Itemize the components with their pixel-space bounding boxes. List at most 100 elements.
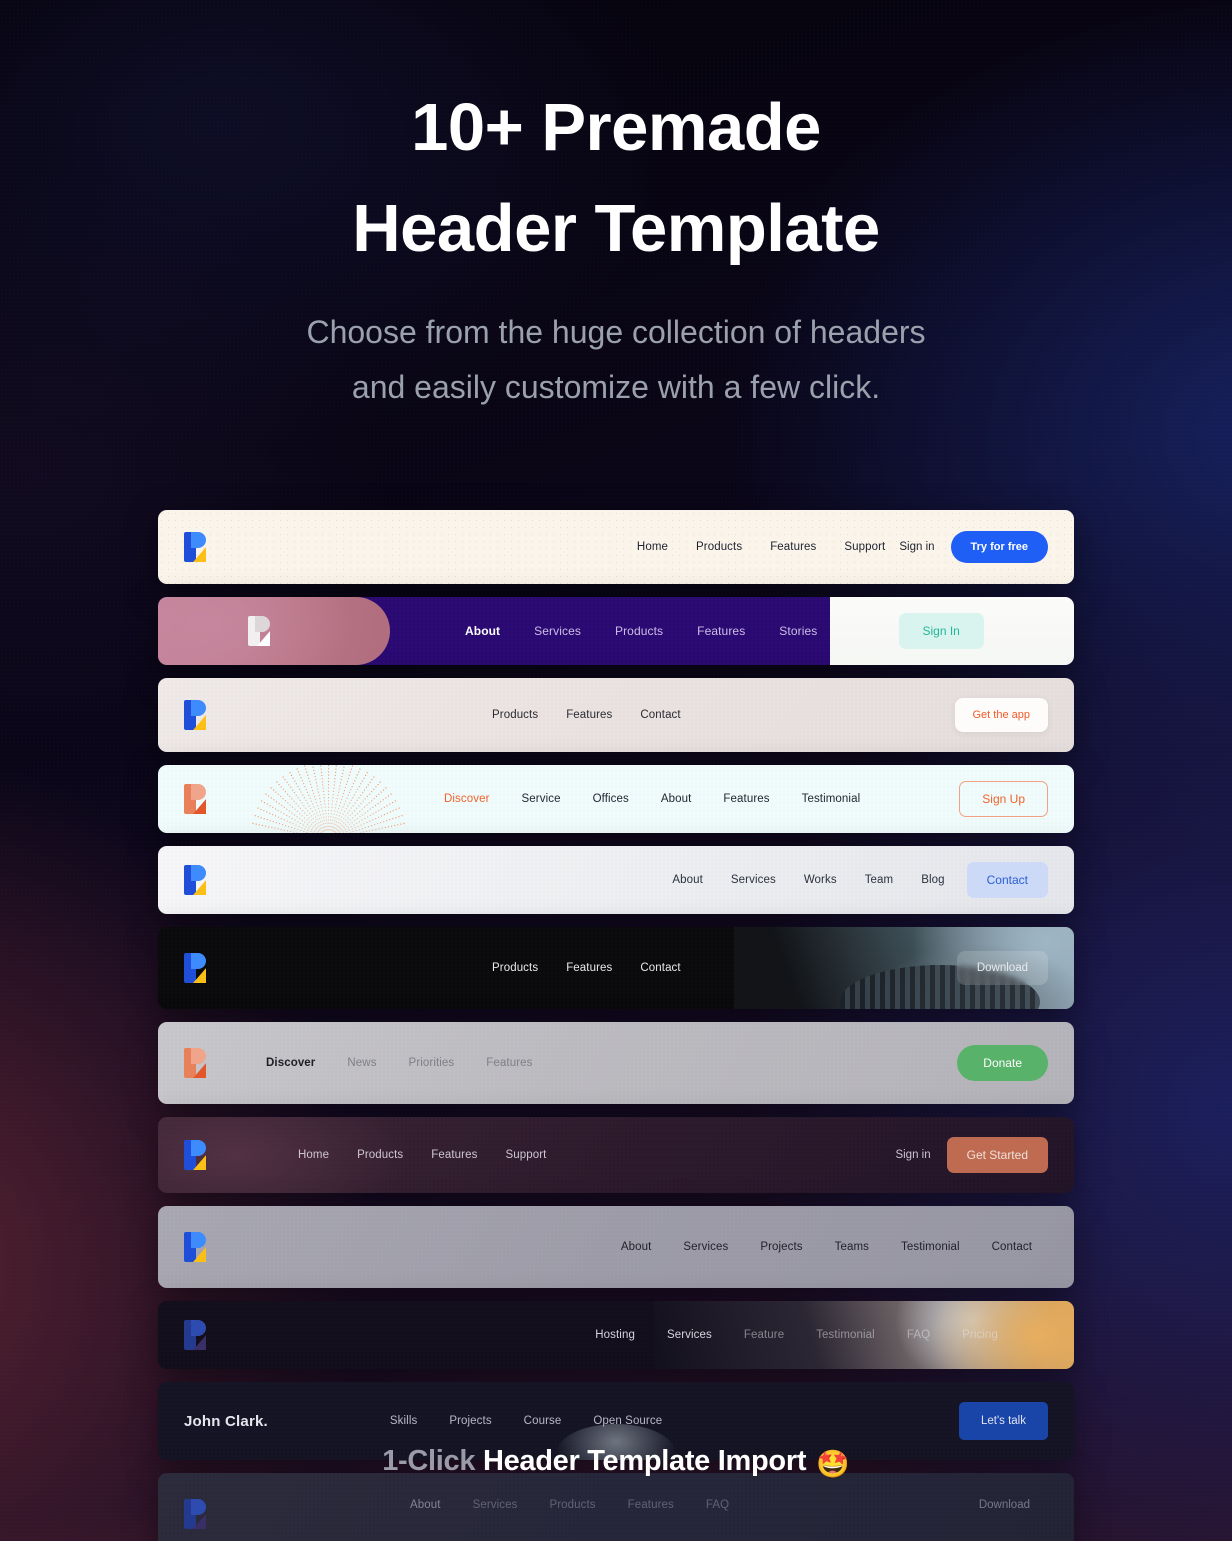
nav-item-services[interactable]: Services — [517, 624, 598, 638]
nav-item-features[interactable]: Features — [680, 624, 762, 638]
header-template-card-9[interactable]: About Services Projects Teams Testimonia… — [158, 1206, 1074, 1289]
nav-item-stories[interactable]: Stories — [762, 624, 834, 638]
header-actions: Get the app — [954, 698, 1048, 733]
donate-button[interactable]: Donate — [957, 1045, 1048, 1082]
brand-logo-icon — [248, 616, 270, 647]
nav-menu: Home Products Features Support — [284, 1149, 560, 1161]
nav-item-home[interactable]: Home — [623, 541, 682, 553]
nav-item-testimonial[interactable]: Testimonial — [800, 1329, 891, 1341]
nav-menu: About Services Products Features FAQ — [394, 1499, 745, 1511]
nav-item-skills[interactable]: Skills — [374, 1415, 433, 1427]
nav-item-products[interactable]: Products — [682, 541, 756, 553]
header-template-card-6[interactable]: Products Features Contact Download — [158, 927, 1074, 1010]
header-actions: Sign In — [834, 613, 1048, 650]
nav-item-blog[interactable]: Blog — [907, 874, 958, 886]
brand-name-label: John Clark. — [184, 1412, 268, 1430]
header-template-card-5[interactable]: About Services Works Team Blog Contact — [158, 846, 1074, 915]
header-template-card-8[interactable]: Home Products Features Support Sign in G… — [158, 1117, 1074, 1194]
header-template-card-4[interactable]: Discover Service Offices About Features … — [158, 765, 1074, 834]
get-started-button[interactable]: Get Started — [946, 1137, 1048, 1174]
header-template-card-12[interactable]: About Services Products Features FAQ Dow… — [158, 1473, 1074, 1541]
nav-item-about[interactable]: About — [394, 1499, 457, 1511]
brand-logo-icon — [184, 532, 206, 563]
sign-in-link[interactable]: Sign in — [895, 1149, 930, 1161]
nav-item-open-source[interactable]: Open Source — [577, 1415, 678, 1427]
nav-item-about[interactable]: About — [605, 1241, 668, 1253]
nav-item-products[interactable]: Products — [478, 709, 552, 721]
nav-item-projects[interactable]: Projects — [744, 1241, 818, 1253]
brand-logo-icon — [184, 1140, 206, 1171]
nav-item-faq[interactable]: FAQ — [690, 1499, 745, 1511]
nav-item-team[interactable]: Team — [851, 874, 908, 886]
nav-item-hosting[interactable]: Hosting — [579, 1329, 651, 1341]
nav-item-features[interactable]: Features — [470, 1057, 548, 1069]
get-the-app-button[interactable]: Get the app — [954, 698, 1048, 733]
nav-menu: Hosting Services Feature Testimonial FAQ… — [579, 1329, 1014, 1341]
nav-item-about[interactable]: About — [448, 624, 517, 638]
nav-item-contact[interactable]: Contact — [976, 1241, 1048, 1253]
nav-item-features[interactable]: Features — [552, 709, 626, 721]
contact-button[interactable]: Contact — [966, 862, 1048, 899]
download-button[interactable]: Download — [956, 951, 1048, 986]
try-for-free-button[interactable]: Try for free — [950, 531, 1048, 564]
nav-menu: Products Features Contact — [478, 709, 695, 721]
nav-item-priorities[interactable]: Priorities — [393, 1057, 471, 1069]
nav-item-works[interactable]: Works — [790, 874, 851, 886]
nav-item-services[interactable]: Services — [651, 1329, 728, 1341]
nav-item-features[interactable]: Features — [552, 962, 626, 974]
nav-item-offices[interactable]: Offices — [577, 793, 645, 805]
header-actions: Let's talk — [958, 1402, 1048, 1441]
header-actions: Download — [956, 951, 1048, 986]
nav-item-features[interactable]: Features — [417, 1149, 491, 1161]
nav-menu: Discover Service Offices About Features … — [428, 793, 876, 805]
header-actions: Sign in Get Started — [895, 1137, 1048, 1174]
header-template-card-1[interactable]: Home Products Features Support Sign in T… — [158, 510, 1074, 585]
header-template-card-3[interactable]: Products Features Contact Get the app — [158, 678, 1074, 753]
nav-item-teams[interactable]: Teams — [819, 1241, 885, 1253]
lets-talk-button[interactable]: Let's talk — [958, 1402, 1048, 1441]
nav-item-discover[interactable]: Discover — [428, 793, 506, 805]
nav-item-home[interactable]: Home — [284, 1149, 343, 1161]
nav-item-service[interactable]: Service — [506, 793, 577, 805]
nav-item-about[interactable]: About — [658, 874, 717, 886]
header-template-card-7[interactable]: Discover News Priorities Features Donate — [158, 1022, 1074, 1105]
header-template-list: Home Products Features Support Sign in T… — [158, 510, 1074, 1541]
header-actions: Sign Up — [959, 781, 1048, 818]
sign-in-button[interactable]: Sign In — [898, 613, 984, 650]
nav-item-course[interactable]: Course — [508, 1415, 578, 1427]
nav-item-news[interactable]: News — [331, 1057, 392, 1069]
nav-item-faq[interactable]: FAQ — [891, 1329, 946, 1341]
brand-logo-icon — [184, 1320, 206, 1351]
hero-section: 10+ Premade Header Template Choose from … — [0, 0, 1232, 415]
sign-up-button[interactable]: Sign Up — [959, 781, 1048, 818]
download-link[interactable]: Download — [979, 1499, 1030, 1511]
nav-item-pricing[interactable]: Pricing — [946, 1329, 1014, 1341]
header-template-card-11[interactable]: John Clark. Skills Projects Course Open … — [158, 1382, 1074, 1461]
nav-item-products[interactable]: Products — [478, 962, 552, 974]
nav-item-contact[interactable]: Contact — [626, 962, 694, 974]
nav-item-projects[interactable]: Projects — [433, 1415, 507, 1427]
header-template-card-10[interactable]: Hosting Services Feature Testimonial FAQ… — [158, 1301, 1074, 1370]
nav-item-services[interactable]: Services — [667, 1241, 744, 1253]
nav-item-features[interactable]: Features — [756, 541, 830, 553]
brand-logo-icon — [184, 1232, 206, 1263]
brand-logo-icon — [184, 700, 206, 731]
nav-item-discover[interactable]: Discover — [250, 1057, 331, 1069]
nav-item-contact[interactable]: Contact — [626, 709, 694, 721]
nav-item-products[interactable]: Products — [343, 1149, 417, 1161]
nav-item-feature[interactable]: Feature — [728, 1329, 800, 1341]
header-template-card-2[interactable]: About Services Products Features Stories… — [158, 597, 1074, 666]
nav-item-products[interactable]: Products — [533, 1499, 611, 1511]
nav-item-testimonial[interactable]: Testimonial — [885, 1241, 976, 1253]
nav-item-about[interactable]: About — [645, 793, 708, 805]
nav-item-products[interactable]: Products — [598, 624, 680, 638]
nav-menu: Home Products Features Support — [623, 541, 899, 553]
nav-item-features[interactable]: Features — [707, 793, 785, 805]
nav-item-support[interactable]: Support — [830, 541, 899, 553]
nav-item-services[interactable]: Services — [717, 874, 790, 886]
nav-item-testimonial[interactable]: Testimonial — [786, 793, 877, 805]
nav-item-features[interactable]: Features — [612, 1499, 690, 1511]
sign-in-link[interactable]: Sign in — [899, 541, 934, 553]
nav-item-services[interactable]: Services — [457, 1499, 534, 1511]
nav-item-support[interactable]: Support — [491, 1149, 560, 1161]
